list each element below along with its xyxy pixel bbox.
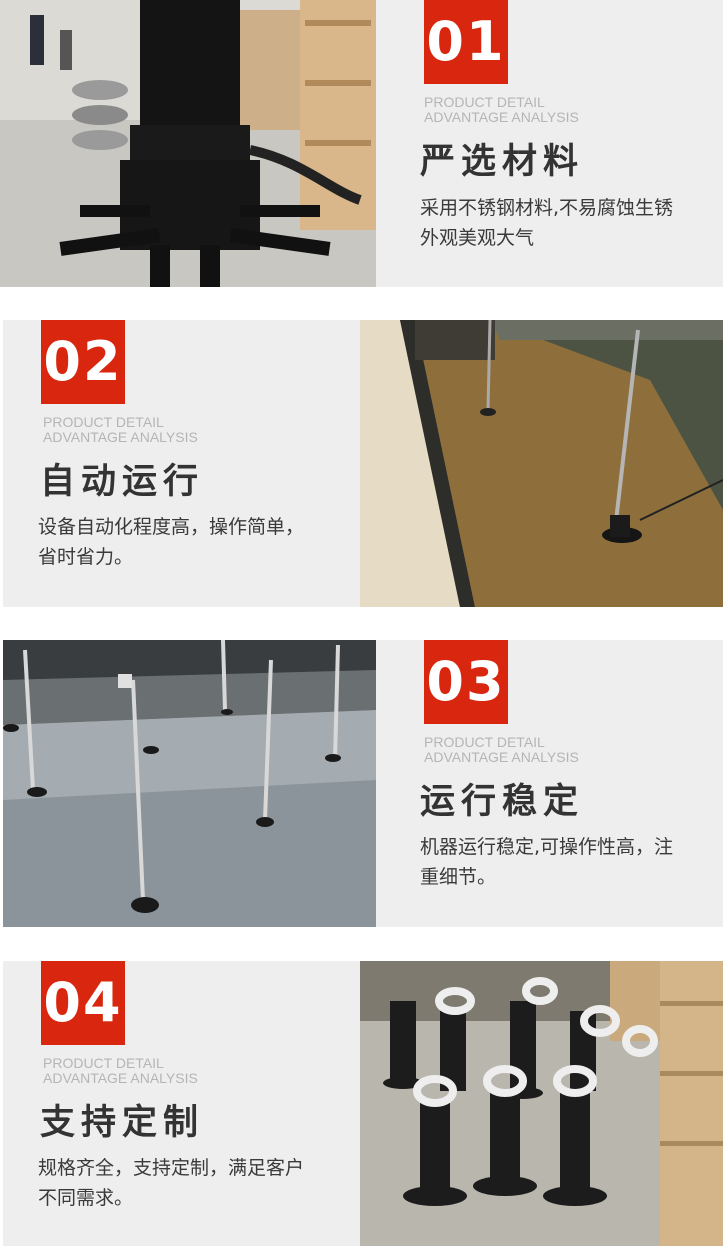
feature-section-2: 02 PRODUCT DETAIL ADVANTAGE ANALYSIS 自动运…	[0, 320, 723, 610]
section-number: 02	[43, 330, 123, 393]
section-subtitle: PRODUCT DETAIL ADVANTAGE ANALYSIS	[43, 1055, 198, 1086]
mixer-close-up-photo	[0, 0, 376, 287]
section-number-badge: 04	[41, 961, 125, 1045]
section-subtitle: PRODUCT DETAIL ADVANTAGE ANALYSIS	[43, 414, 198, 445]
section-number: 01	[426, 10, 506, 73]
section-title: 运行稳定	[420, 782, 585, 822]
section-number-badge: 02	[41, 320, 125, 404]
section-subtitle: PRODUCT DETAIL ADVANTAGE ANALYSIS	[424, 734, 579, 765]
section-description: 设备自动化程度高，操作简单， 省时省力。	[38, 516, 305, 568]
warehouse-products-photo	[360, 961, 723, 1246]
section-number: 04	[43, 971, 123, 1034]
section-number-badge: 03	[424, 640, 508, 724]
tank-installation-photo	[360, 320, 723, 607]
section-title: 支持定制	[40, 1103, 205, 1143]
section-description: 机器运行稳定,可操作性高，注 重细节。	[420, 836, 674, 888]
section-number-badge: 01	[424, 0, 508, 84]
section-description: 采用不锈钢材料,不易腐蚀生锈 外观美观大气	[420, 197, 674, 249]
feature-section-3: 03 PRODUCT DETAIL ADVANTAGE ANALYSIS 运行稳…	[0, 640, 723, 930]
section-description: 规格齐全，支持定制，满足客户 不同需求。	[38, 1157, 305, 1209]
section-title: 自动运行	[40, 462, 205, 502]
section-title: 严选材料	[420, 142, 585, 182]
pond-operation-photo	[3, 640, 376, 927]
section-number: 03	[426, 650, 506, 713]
feature-section-1: 01 PRODUCT DETAIL ADVANTAGE ANALYSIS 严选材…	[0, 0, 723, 290]
feature-section-4: 04 PRODUCT DETAIL ADVANTAGE ANALYSIS 支持定…	[0, 961, 723, 1246]
section-subtitle: PRODUCT DETAIL ADVANTAGE ANALYSIS	[424, 94, 579, 125]
